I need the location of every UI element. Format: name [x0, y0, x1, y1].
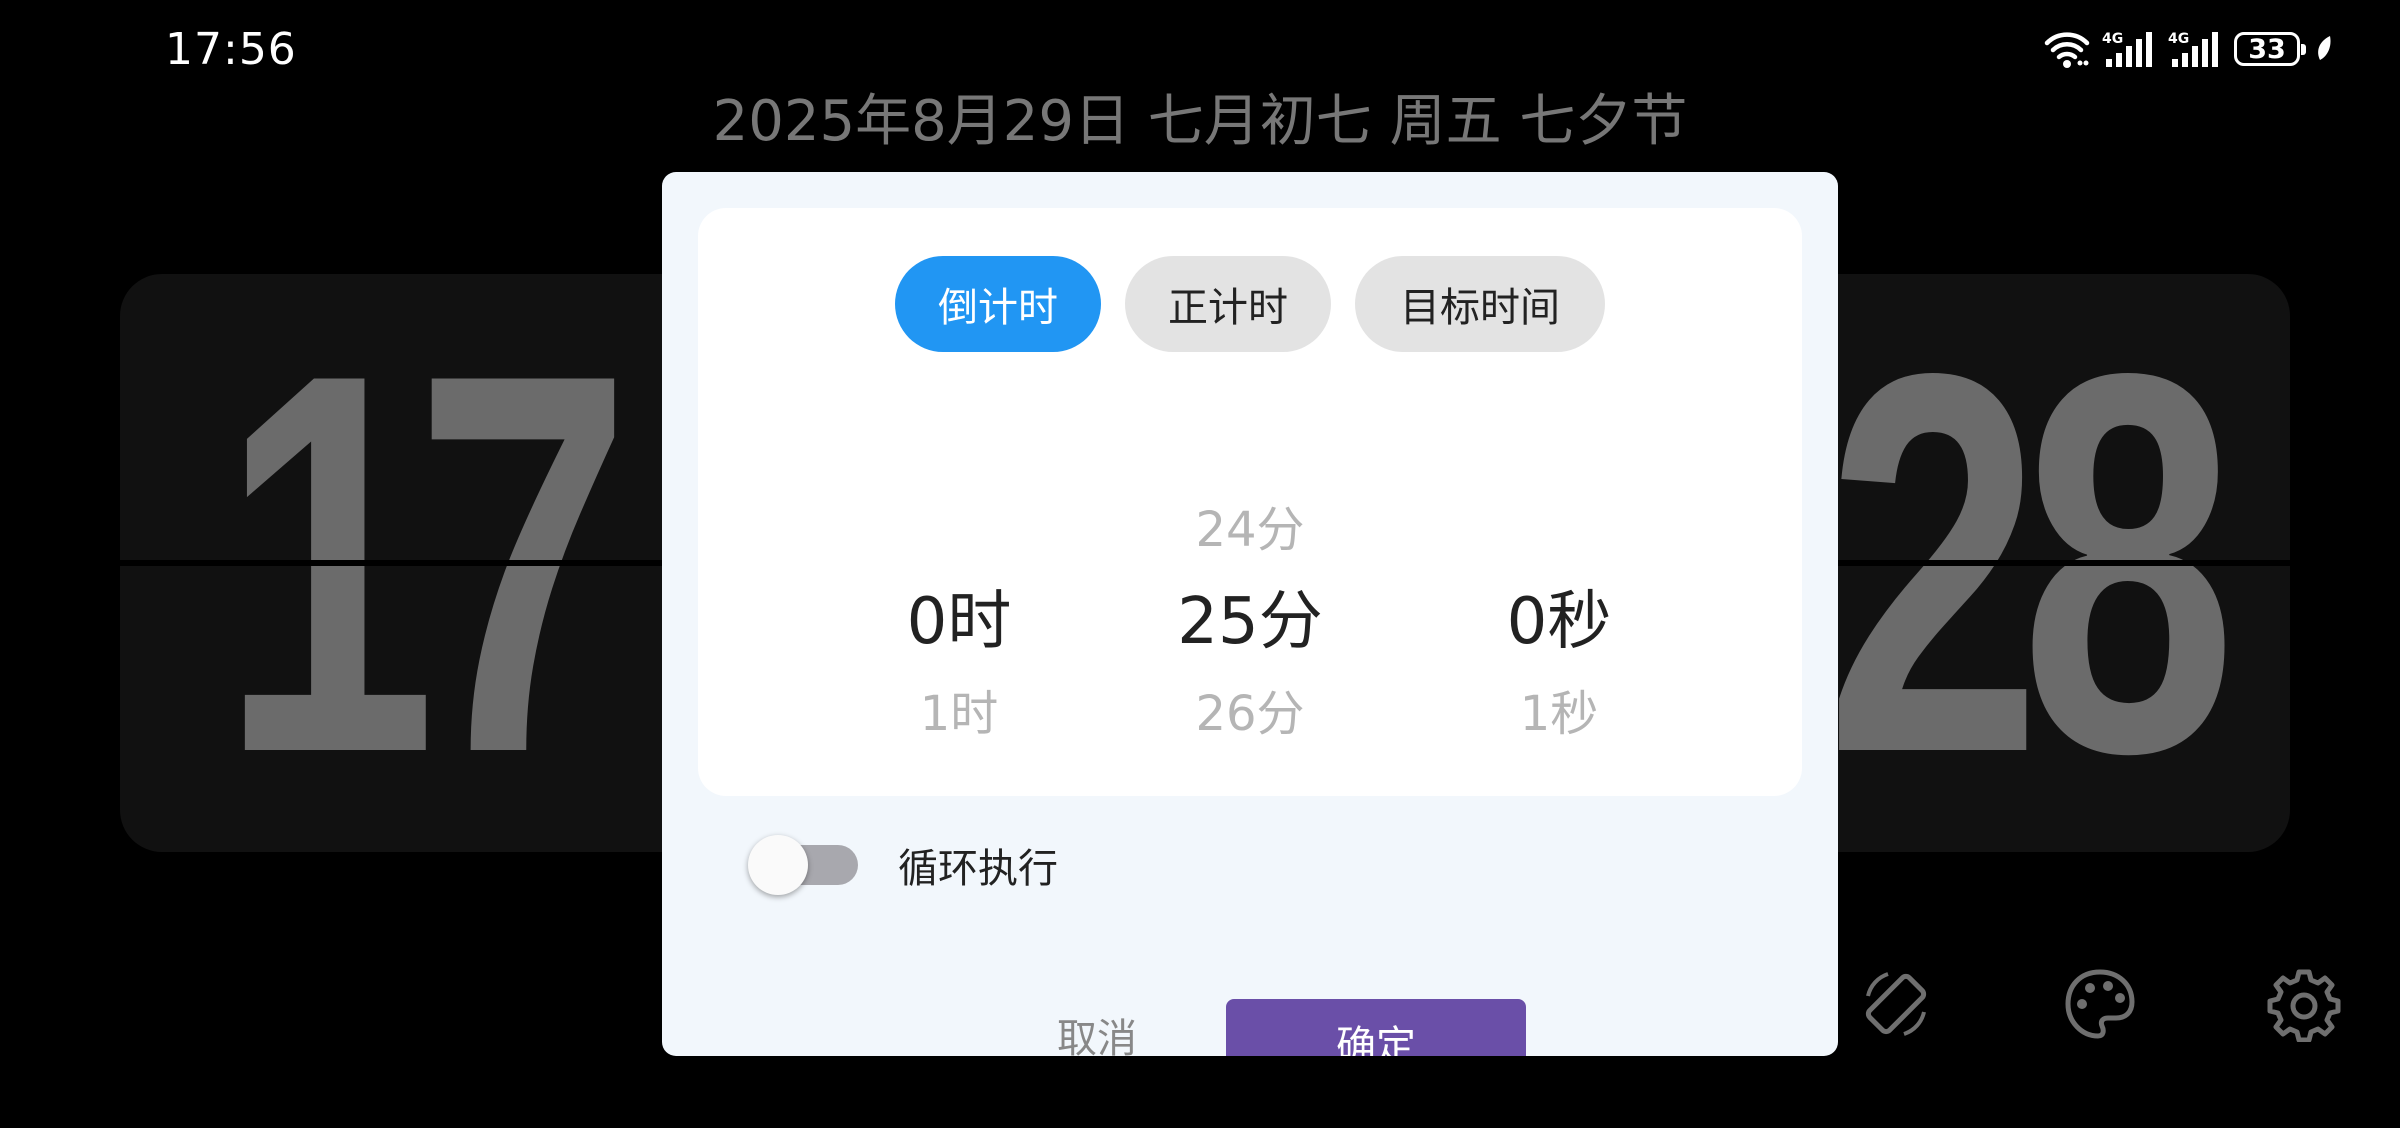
network-1-label: 4G: [2102, 31, 2123, 47]
minutes-next[interactable]: 26分: [1120, 668, 1380, 760]
mode-tabs: 倒计时 正计时 目标时间: [698, 256, 1802, 352]
tab-countdown[interactable]: 倒计时: [895, 256, 1101, 352]
flip-divider: [120, 560, 750, 566]
wifi-icon: [2044, 32, 2090, 68]
palette-icon[interactable]: [2062, 966, 2138, 1042]
network-2-label: 4G: [2168, 31, 2189, 47]
hours-selected[interactable]: 0时: [829, 576, 1089, 668]
loop-toggle-switch[interactable]: [748, 835, 858, 895]
date-line: 2025年8月29日 七月初七 周五 七夕节: [712, 89, 1688, 154]
battery-level: 33: [2248, 33, 2286, 65]
minutes-prev[interactable]: 24分: [1120, 484, 1380, 576]
hours-wheel[interactable]: 0时 1时: [829, 484, 1089, 760]
picker-card: 倒计时 正计时 目标时间 0时 1时 24分 25分 26分 0秒 1秒: [698, 208, 1802, 796]
status-time: 17:56: [165, 24, 297, 75]
screen: 17:56 4G 4G 33 2025年8月29日 七月初七 周五 七夕节 17…: [0, 0, 2400, 1128]
tab-target-time[interactable]: 目标时间: [1355, 256, 1605, 352]
status-icons: 4G 4G 33: [2044, 26, 2334, 72]
tab-stopwatch[interactable]: 正计时: [1125, 256, 1331, 352]
cellular-signal-icon: 4G: [2102, 31, 2152, 67]
minutes-wheel[interactable]: 24分 25分 26分: [1120, 484, 1380, 760]
loop-toggle-label: 循环执行: [898, 846, 1058, 892]
rotate-screen-icon[interactable]: [1858, 966, 1934, 1042]
seconds-selected[interactable]: 0秒: [1429, 576, 1689, 668]
power-saving-leaf-icon: [2318, 36, 2331, 60]
gear-icon[interactable]: [2266, 966, 2342, 1042]
hours-next[interactable]: 1时: [829, 668, 1089, 760]
flip-card-hours: 17: [120, 274, 750, 852]
loop-toggle-row: 循环执行: [748, 835, 1058, 895]
seconds-wheel[interactable]: 0秒 1秒: [1429, 484, 1689, 760]
switch-thumb: [748, 835, 808, 895]
cellular-signal-icon-2: 4G: [2168, 31, 2218, 67]
cancel-button[interactable]: 取消: [1002, 996, 1192, 1056]
battery-indicator: 33: [2234, 32, 2306, 66]
confirm-button[interactable]: 确定: [1226, 999, 1526, 1056]
timer-dialog: 倒计时 正计时 目标时间 0时 1时 24分 25分 26分 0秒 1秒 循环执…: [662, 172, 1838, 1056]
minutes-selected[interactable]: 25分: [1120, 576, 1380, 668]
seconds-next[interactable]: 1秒: [1429, 668, 1689, 760]
